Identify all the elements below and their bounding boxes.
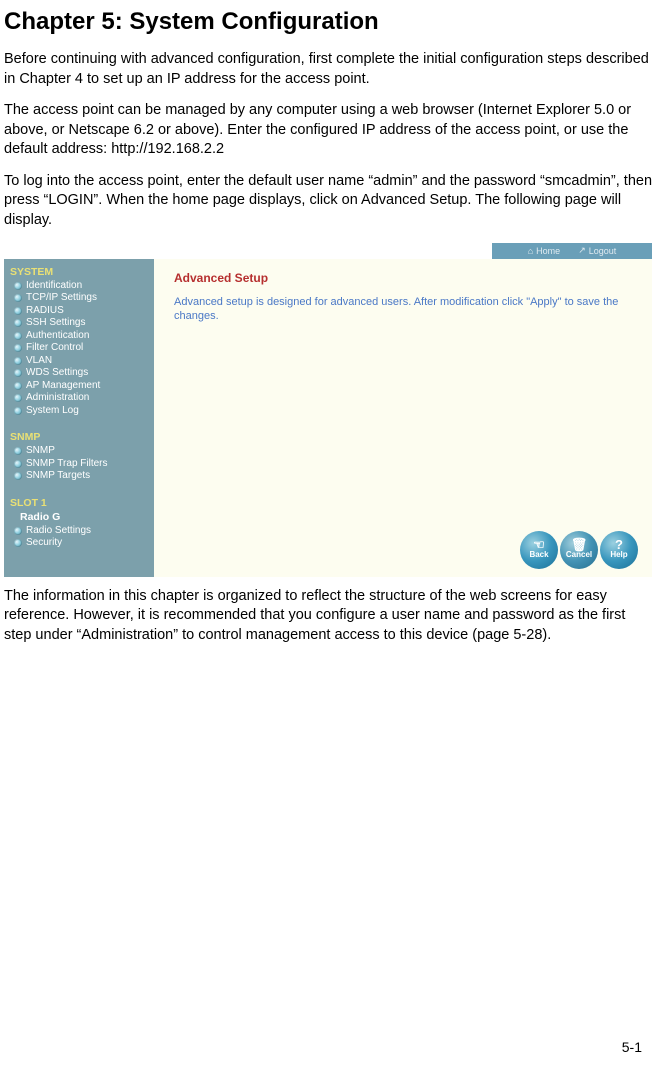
sidebar-item-authentication[interactable]: Authentication — [14, 331, 154, 342]
sidebar-item-identification[interactable]: Identification — [14, 281, 154, 292]
bullet-icon — [14, 460, 22, 468]
sidebar-item-label: TCP/IP Settings — [26, 293, 97, 304]
bullet-icon — [14, 307, 22, 315]
sidebar-item-label: WDS Settings — [26, 368, 88, 379]
topbar: ⌂Home ↗Logout — [492, 243, 652, 259]
bullet-icon — [14, 369, 22, 377]
main-panel: Advanced Setup Advanced setup is designe… — [154, 259, 652, 577]
sidebar-item-radius[interactable]: RADIUS — [14, 306, 154, 317]
sidebar-item-snmp[interactable]: SNMP — [14, 446, 154, 457]
sidebar-item-label: SNMP — [26, 446, 55, 457]
sidebar-item-filter-control[interactable]: Filter Control — [14, 343, 154, 354]
sidebar-item-radio-settings[interactable]: Radio Settings — [14, 526, 154, 537]
sidebar-item-snmp-targets[interactable]: SNMP Targets — [14, 471, 154, 482]
bullet-icon — [14, 539, 22, 547]
menu-heading-snmp: SNMP — [10, 432, 154, 443]
help-button-label: Help — [610, 551, 627, 559]
sidebar-item-label: SSH Settings — [26, 318, 85, 329]
bullet-icon — [14, 357, 22, 365]
sidebar-item-tcpip[interactable]: TCP/IP Settings — [14, 293, 154, 304]
sidebar-item-label: SNMP Targets — [26, 471, 90, 482]
paragraph-2: The access point can be managed by any c… — [4, 101, 652, 160]
bullet-icon — [14, 344, 22, 352]
bullet-icon — [14, 382, 22, 390]
sidebar-item-label: AP Management — [26, 381, 100, 392]
menu-subheading-radio-g: Radio G — [20, 512, 154, 523]
paragraph-4: The information in this chapter is organ… — [4, 587, 652, 646]
cancel-button[interactable]: 🗑 Cancel — [560, 531, 598, 569]
chapter-title: Chapter 5: System Configuration — [4, 8, 652, 36]
sidebar-item-label: VLAN — [26, 356, 52, 367]
bullet-icon — [14, 282, 22, 290]
bullet-icon — [14, 527, 22, 535]
cancel-button-label: Cancel — [566, 551, 592, 559]
home-link[interactable]: ⌂Home — [528, 246, 560, 256]
sidebar-item-label: Filter Control — [26, 343, 83, 354]
logout-icon: ↗ — [578, 245, 586, 256]
sidebar-item-label: SNMP Trap Filters — [26, 459, 108, 470]
logout-link[interactable]: ↗Logout — [578, 245, 616, 256]
sidebar-item-label: Radio Settings — [26, 526, 91, 537]
sidebar-item-security[interactable]: Security — [14, 538, 154, 549]
page-number: 5-1 — [622, 1039, 642, 1055]
menu-heading-system: SYSTEM — [10, 267, 154, 278]
sidebar-item-ap-management[interactable]: AP Management — [14, 381, 154, 392]
sidebar-item-wds[interactable]: WDS Settings — [14, 368, 154, 379]
advanced-setup-desc: Advanced setup is designed for advanced … — [174, 295, 638, 325]
help-button[interactable]: ? Help — [600, 531, 638, 569]
sidebar-item-vlan[interactable]: VLAN — [14, 356, 154, 367]
advanced-setup-title: Advanced Setup — [174, 271, 638, 285]
back-button[interactable]: ☜ Back — [520, 531, 558, 569]
bullet-icon — [14, 472, 22, 480]
sidebar: SYSTEM Identification TCP/IP Settings RA… — [4, 259, 154, 577]
sidebar-item-label: Authentication — [26, 331, 89, 342]
bullet-icon — [14, 407, 22, 415]
sidebar-item-system-log[interactable]: System Log — [14, 406, 154, 417]
sidebar-item-administration[interactable]: Administration — [14, 393, 154, 404]
paragraph-3: To log into the access point, enter the … — [4, 172, 652, 231]
menu-heading-slot1: SLOT 1 — [10, 498, 154, 509]
paragraph-1: Before continuing with advanced configur… — [4, 50, 652, 89]
embedded-screenshot: ⌂Home ↗Logout SYSTEM Identification TCP/… — [4, 243, 652, 577]
button-row: ☜ Back 🗑 Cancel ? Help — [520, 531, 638, 569]
bullet-icon — [14, 319, 22, 327]
bullet-icon — [14, 394, 22, 402]
sidebar-item-ssh[interactable]: SSH Settings — [14, 318, 154, 329]
bullet-icon — [14, 294, 22, 302]
home-icon: ⌂ — [528, 246, 533, 256]
sidebar-item-label: Administration — [26, 393, 89, 404]
bullet-icon — [14, 447, 22, 455]
bullet-icon — [14, 332, 22, 340]
sidebar-item-label: Identification — [26, 281, 82, 292]
sidebar-item-snmp-trap-filters[interactable]: SNMP Trap Filters — [14, 459, 154, 470]
sidebar-item-label: System Log — [26, 406, 79, 417]
back-button-label: Back — [529, 551, 548, 559]
sidebar-item-label: RADIUS — [26, 306, 64, 317]
sidebar-item-label: Security — [26, 538, 62, 549]
